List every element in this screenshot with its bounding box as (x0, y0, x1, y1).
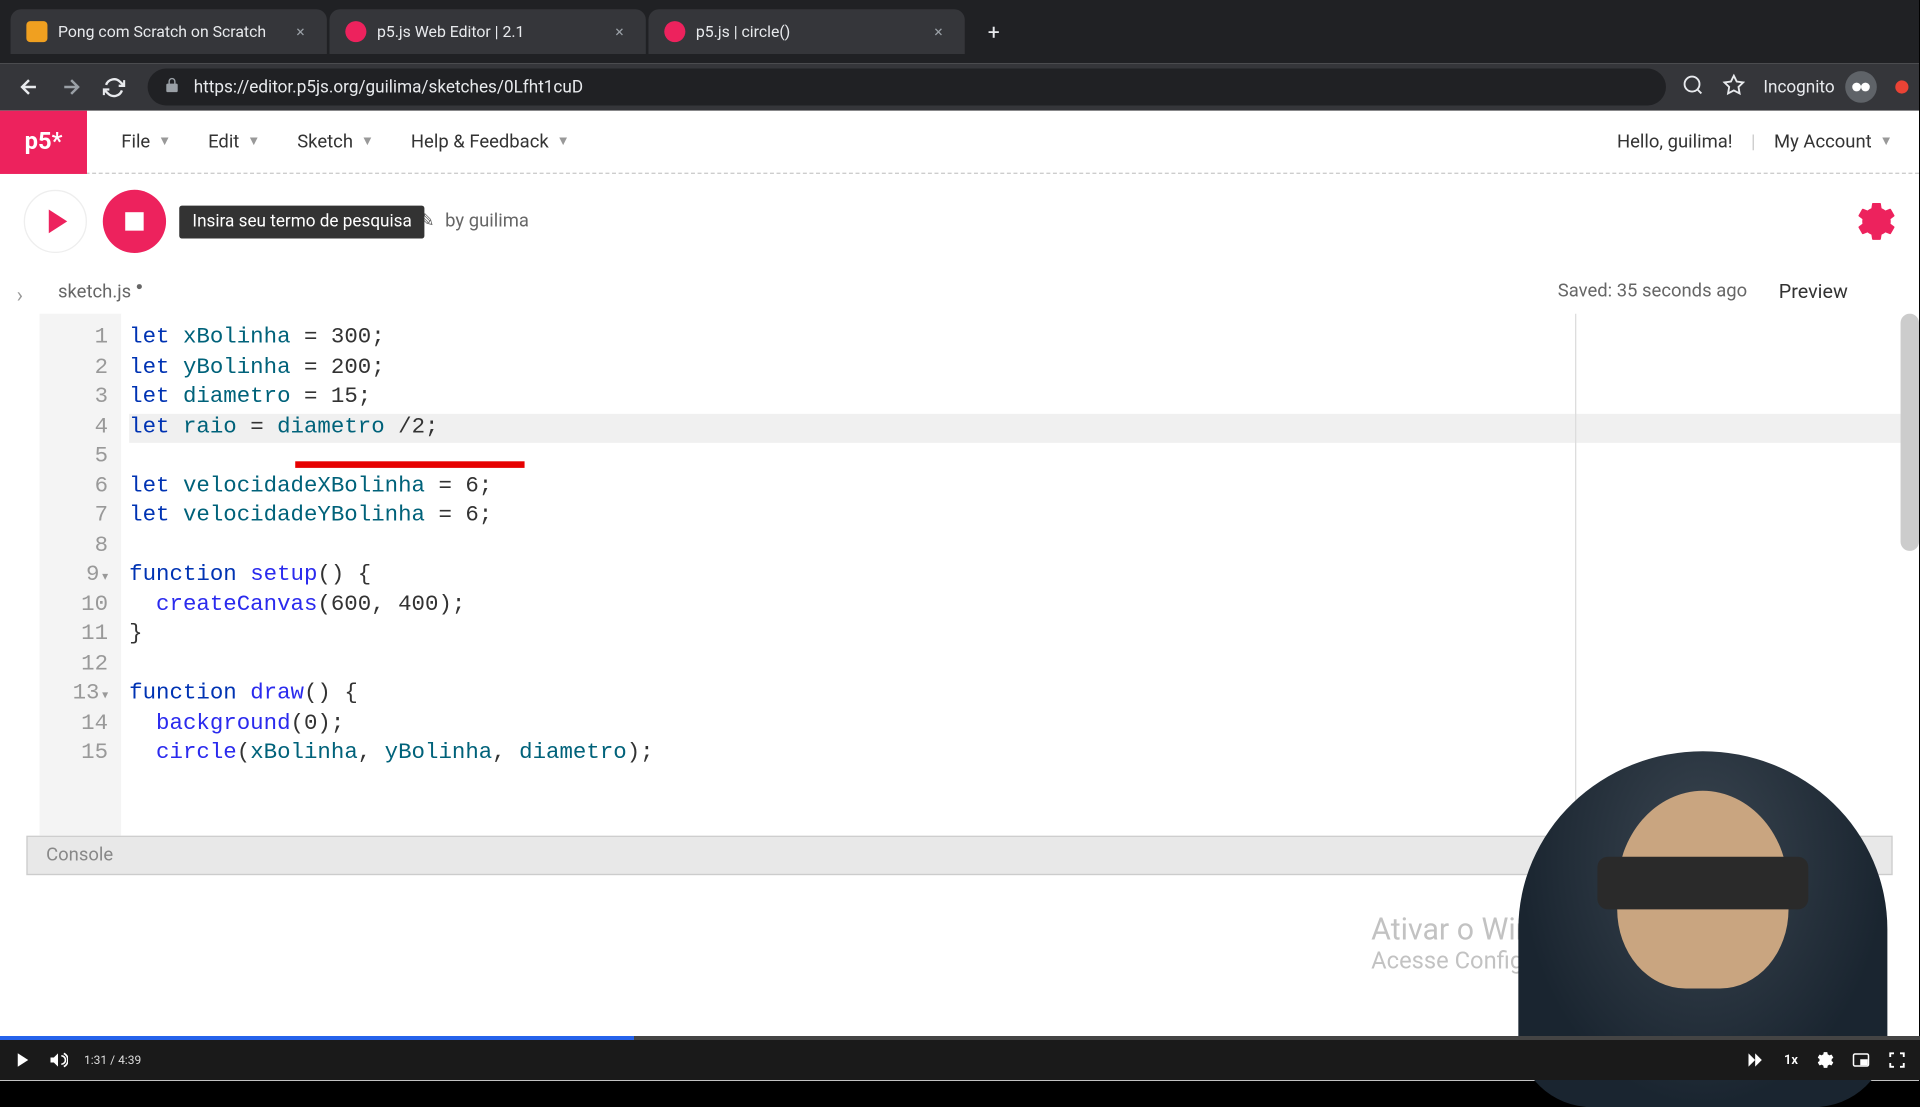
search-icon[interactable] (1682, 73, 1704, 101)
p5-header: p5* File▼ Edit▼ Sketch▼ Help & Feedback▼… (0, 111, 1919, 174)
close-icon[interactable]: × (290, 21, 311, 42)
play-icon (48, 210, 66, 234)
tab-title: Pong com Scratch on Scratch (58, 22, 279, 40)
video-fullscreen-button[interactable] (1888, 1051, 1906, 1069)
forward-button[interactable] (53, 69, 90, 106)
close-icon[interactable]: × (609, 21, 630, 42)
browser-toolbar: https://editor.p5js.org/guilima/sketches… (0, 63, 1919, 110)
tab-title: p5.js Web Editor | 2.1 (377, 22, 598, 40)
chevron-down-icon: ▼ (247, 134, 260, 148)
sidebar-toggle[interactable]: › (0, 269, 40, 836)
file-tab[interactable]: sketch.js ● (58, 280, 143, 303)
play-button[interactable] (24, 190, 87, 253)
profile-icon[interactable] (1895, 80, 1908, 93)
chevron-down-icon: ▼ (1880, 134, 1893, 148)
editor-area: › sketch.js ● Saved: 35 seconds ago Prev… (0, 269, 1919, 836)
star-icon[interactable] (1722, 73, 1744, 101)
scrollbar[interactable] (1901, 314, 1919, 551)
saved-status: Saved: 35 seconds ago (1558, 281, 1747, 302)
menu-file[interactable]: File▼ (103, 110, 190, 173)
url-text: https://editor.p5js.org/guilima/sketches… (194, 77, 583, 97)
menu-sketch[interactable]: Sketch▼ (279, 110, 393, 173)
incognito-badge: Incognito (1763, 71, 1877, 103)
video-speed[interactable]: 1x (1784, 1053, 1798, 1068)
p5-toolbar: Insira seu termo de pesquisa ✎ by guilim… (0, 174, 1919, 269)
stop-icon (125, 212, 143, 230)
reload-button[interactable] (95, 69, 132, 106)
settings-button[interactable] (1853, 200, 1895, 242)
video-time: 1:31 / 4:39 (84, 1053, 141, 1067)
favicon-icon (664, 21, 685, 42)
menu-edit[interactable]: Edit▼ (190, 110, 279, 173)
browser-tab-0[interactable]: Pong com Scratch on Scratch × (11, 9, 327, 54)
tab-title: p5.js | circle() (696, 22, 917, 40)
browser-tab-strip: Pong com Scratch on Scratch × p5.js Web … (0, 0, 1919, 63)
incognito-icon (1845, 71, 1877, 103)
favicon-icon (26, 21, 47, 42)
video-play-button[interactable] (14, 1051, 32, 1069)
url-bar[interactable]: https://editor.p5js.org/guilima/sketches… (148, 69, 1666, 106)
video-settings-button[interactable] (1816, 1051, 1834, 1069)
favicon-icon (345, 21, 366, 42)
new-tab-button[interactable]: + (975, 13, 1012, 50)
stop-button[interactable] (103, 190, 166, 253)
browser-tab-1[interactable]: p5.js Web Editor | 2.1 × (330, 9, 646, 54)
hello-user: Hello, guilima! (1617, 131, 1733, 152)
chevron-down-icon: ▼ (361, 134, 374, 148)
sketch-author: by guilima (445, 211, 529, 232)
chevron-down-icon: ▼ (158, 134, 171, 148)
p5-logo[interactable]: p5* (0, 110, 87, 173)
editor-main: sketch.js ● Saved: 35 seconds ago Previe… (40, 269, 1919, 836)
video-pip-button[interactable] (1852, 1051, 1870, 1069)
video-progress-bar[interactable] (0, 1036, 634, 1040)
search-tooltip: Insira seu termo de pesquisa (179, 205, 425, 238)
editor-tabs: sketch.js ● Saved: 35 seconds ago Previe… (40, 269, 1919, 314)
divider: | (1751, 131, 1756, 152)
code-lines[interactable]: let xBolinha = 300;let yBolinha = 200;le… (121, 314, 1919, 836)
console-label: Console (46, 845, 113, 866)
video-volume-button[interactable] (48, 1050, 68, 1070)
back-button[interactable] (11, 69, 48, 106)
code-editor[interactable]: 123456789101112131415 let xBolinha = 300… (40, 314, 1919, 836)
line-gutter: 123456789101112131415 (40, 314, 122, 836)
browser-tab-2[interactable]: p5.js | circle() × (648, 9, 964, 54)
menu-help[interactable]: Help & Feedback▼ (392, 110, 588, 173)
lock-icon (163, 76, 180, 98)
sketch-title-area: ✎ by guilima (419, 211, 529, 232)
my-account[interactable]: My Account▼ (1774, 131, 1893, 152)
incognito-label: Incognito (1763, 77, 1834, 97)
split-divider[interactable] (1575, 314, 1576, 836)
video-skip-button[interactable] (1746, 1050, 1766, 1070)
annotation-underline (295, 461, 524, 468)
preview-label: Preview (1779, 279, 1848, 303)
close-icon[interactable]: × (928, 21, 949, 42)
video-controls: 1:31 / 4:39 1x (0, 1040, 1920, 1080)
p5-menu-bar: File▼ Edit▼ Sketch▼ Help & Feedback▼ (103, 110, 1617, 173)
chevron-down-icon: ▼ (557, 134, 570, 148)
